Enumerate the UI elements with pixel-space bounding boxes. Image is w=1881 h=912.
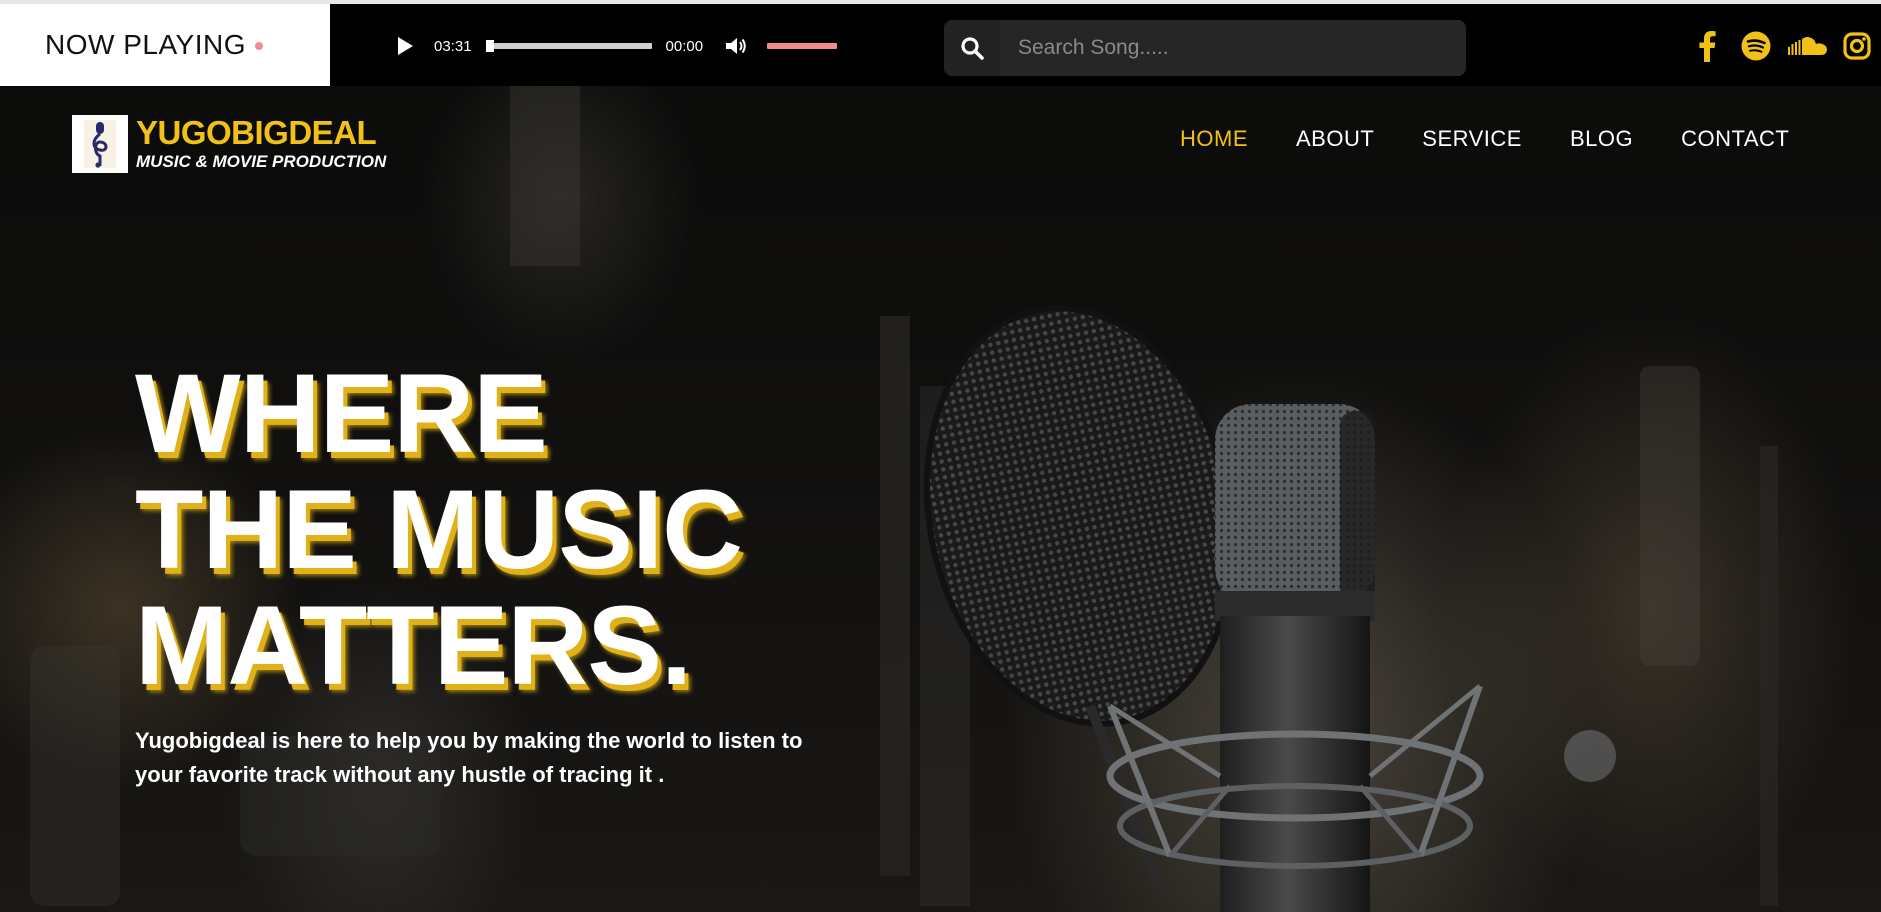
progress-bar[interactable] — [485, 40, 652, 52]
hero-tagline: Yugobigdeal is here to help you by makin… — [135, 724, 895, 792]
nav-home[interactable]: HOME — [1180, 126, 1248, 152]
current-time: 03:31 — [434, 37, 472, 55]
headline-line: THE MUSIC — [135, 467, 743, 592]
now-playing-label: NOW PLAYING — [0, 4, 330, 86]
nav-about[interactable]: ABOUT — [1296, 126, 1374, 152]
soundcloud-icon — [1788, 37, 1827, 55]
hero-headline: WHERE THE MUSIC MATTERS. — [135, 351, 743, 708]
tagline-line: Yugobigdeal is here to help you by makin… — [135, 728, 803, 753]
duration-time: 00:00 — [665, 37, 704, 55]
headline-line: MATTERS. — [135, 583, 692, 708]
tagline-line: your favorite track without any hustle o… — [135, 762, 665, 787]
audio-player: 03:31 00:00 — [388, 24, 868, 68]
nav-contact[interactable]: CONTACT — [1681, 126, 1789, 152]
main-nav: HOME ABOUT SERVICE BLOG CONTACT — [1180, 126, 1837, 152]
spotify-link[interactable] — [1739, 26, 1773, 66]
facebook-link[interactable] — [1693, 26, 1721, 66]
brand[interactable]: YUGOBIGDEAL MUSIC & MOVIE PRODUCTION — [72, 114, 386, 174]
brand-logo — [72, 115, 128, 173]
top-bar: NOW PLAYING 03:31 00:00 — [0, 0, 1881, 86]
treble-clef-microphone-logo-icon — [84, 120, 116, 168]
mute-button[interactable] — [721, 31, 751, 61]
play-button[interactable] — [388, 29, 422, 63]
volume-slider[interactable] — [767, 43, 838, 49]
hero-section: YUGOBIGDEAL MUSIC & MOVIE PRODUCTION HOM… — [0, 86, 1881, 912]
instagram-link[interactable] — [1841, 26, 1873, 66]
soundcloud-link[interactable] — [1787, 26, 1829, 66]
spotify-icon — [1741, 31, 1771, 61]
nav-blog[interactable]: BLOG — [1570, 126, 1633, 152]
progress-knob[interactable] — [485, 40, 494, 52]
facebook-icon — [1699, 31, 1716, 62]
volume-icon — [726, 38, 746, 54]
instagram-icon — [1843, 32, 1871, 60]
nav-service[interactable]: SERVICE — [1422, 126, 1522, 152]
social-links — [1693, 26, 1881, 66]
search-bar — [944, 20, 1466, 76]
brand-name: YUGOBIGDEAL — [136, 114, 377, 151]
headline-line: WHERE — [135, 351, 548, 476]
play-icon — [398, 37, 413, 55]
live-dot-icon — [255, 42, 264, 50]
search-icon — [961, 37, 984, 60]
now-playing-text: NOW PLAYING — [45, 29, 247, 60]
search-button[interactable] — [944, 20, 1000, 76]
brand-subtitle: MUSIC & MOVIE PRODUCTION — [136, 152, 387, 171]
search-input[interactable] — [1000, 20, 1466, 76]
